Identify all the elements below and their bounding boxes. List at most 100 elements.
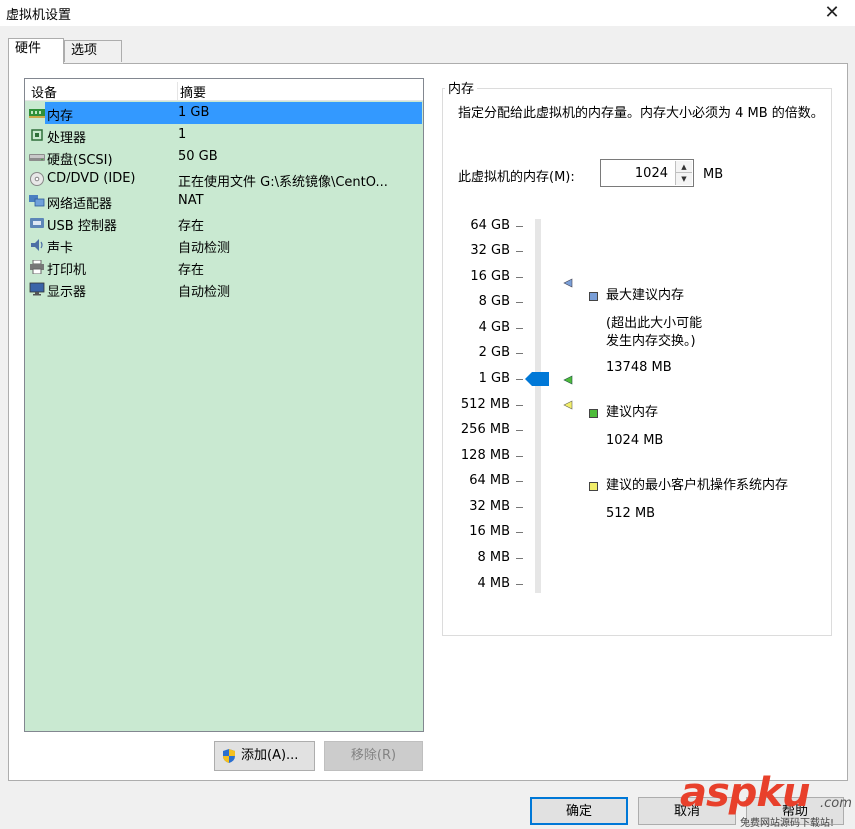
network-adapter-icon bbox=[29, 195, 45, 207]
device-summary: 自动检测 bbox=[178, 241, 231, 256]
max-legend-note-1: (超出此大小可能 bbox=[606, 316, 703, 331]
tab-hardware[interactable]: 硬件 bbox=[8, 38, 64, 64]
column-header-summary[interactable]: 摘要 bbox=[177, 82, 417, 101]
spin-down-button[interactable]: ▼ bbox=[675, 173, 692, 185]
scale-tick bbox=[516, 328, 523, 329]
close-icon: ✕ bbox=[824, 2, 840, 23]
arrow-up-icon: ▲ bbox=[681, 163, 687, 171]
scale-label: 16 MB bbox=[469, 524, 510, 539]
close-button[interactable]: ✕ bbox=[809, 0, 855, 26]
cd-dvd-icon bbox=[30, 172, 44, 186]
scale-label: 64 MB bbox=[469, 473, 510, 488]
scale-tick bbox=[516, 302, 523, 303]
shield-icon bbox=[223, 749, 235, 763]
scale-tick bbox=[516, 226, 523, 227]
memory-unit: MB bbox=[703, 167, 724, 182]
device-row-processor[interactable]: 处理器 1 bbox=[25, 124, 423, 146]
processor-icon bbox=[31, 129, 43, 141]
recommended-legend-value: 1024 MB bbox=[606, 433, 664, 448]
scale-label: 32 MB bbox=[469, 499, 510, 514]
printer-icon bbox=[30, 260, 44, 274]
scale-label: 2 GB bbox=[478, 345, 510, 360]
device-row-usb[interactable]: USB 控制器 存在 bbox=[25, 212, 423, 234]
scale-tick bbox=[516, 430, 523, 431]
sound-card-icon bbox=[31, 239, 43, 251]
memory-input[interactable] bbox=[602, 161, 674, 185]
memory-stepper[interactable]: ▲ ▼ bbox=[600, 159, 694, 187]
device-summary: 存在 bbox=[178, 219, 205, 234]
scale-label: 128 MB bbox=[460, 448, 510, 463]
scale-tick bbox=[516, 532, 523, 533]
min-guest-legend-label: 建议的最小客户机操作系统内存 bbox=[606, 478, 789, 493]
list-header: 设备 摘要 bbox=[25, 79, 423, 101]
recommended-marker bbox=[563, 375, 573, 385]
scale-tick bbox=[516, 584, 523, 585]
recommended-legend-swatch bbox=[589, 409, 598, 418]
scale-tick bbox=[516, 558, 523, 559]
max-legend-note-2: 发生内存交换。) bbox=[606, 334, 696, 349]
min-guest-marker bbox=[563, 400, 573, 410]
device-summary: 正在使用文件 G:\系统镜像\CentO... bbox=[178, 175, 388, 190]
cancel-button[interactable]: 取消 bbox=[638, 797, 736, 825]
device-name: 网络适配器 bbox=[47, 197, 113, 212]
scale-label: 512 MB bbox=[460, 397, 510, 412]
ok-button[interactable]: 确定 bbox=[530, 797, 628, 825]
device-summary: 存在 bbox=[178, 263, 205, 278]
display-icon bbox=[29, 282, 45, 296]
scale-label: 64 GB bbox=[470, 218, 510, 233]
add-button-label: 添加(A)... bbox=[241, 748, 299, 763]
device-row-printer[interactable]: 打印机 存在 bbox=[25, 256, 423, 278]
device-row-hard-disk[interactable]: 硬盘(SCSI) 50 GB bbox=[25, 146, 423, 168]
scale-label: 8 MB bbox=[477, 550, 510, 565]
device-summary: 1 GB bbox=[178, 105, 210, 120]
scale-tick bbox=[516, 507, 523, 508]
device-summary: 1 bbox=[178, 127, 187, 142]
scale-label: 4 GB bbox=[478, 320, 510, 335]
tab-options[interactable]: 选项 bbox=[64, 40, 122, 62]
device-name: CD/DVD (IDE) bbox=[47, 171, 136, 186]
scale-tick bbox=[516, 353, 523, 354]
device-name: 处理器 bbox=[47, 131, 87, 146]
scale-tick bbox=[516, 277, 523, 278]
spin-up-button[interactable]: ▲ bbox=[675, 161, 692, 173]
device-row-memory[interactable]: 内存 1 GB bbox=[25, 102, 423, 124]
memory-field-label: 此虚拟机的内存(M): bbox=[458, 170, 575, 185]
scale-tick bbox=[516, 405, 523, 406]
device-row-cd-dvd[interactable]: CD/DVD (IDE) 正在使用文件 G:\系统镜像\CentO... bbox=[25, 168, 423, 190]
device-name: 显示器 bbox=[47, 285, 87, 300]
device-summary: 自动检测 bbox=[178, 285, 231, 300]
arrow-down-icon: ▼ bbox=[681, 175, 687, 183]
device-row-sound[interactable]: 声卡 自动检测 bbox=[25, 234, 423, 256]
remove-button[interactable]: 移除(R) bbox=[324, 741, 423, 771]
device-list[interactable]: 设备 摘要 内存 1 GB 处理器 1 硬盘(SCSI) 50 GB CD/DV… bbox=[24, 78, 424, 732]
device-name: 内存 bbox=[47, 109, 74, 124]
scale-tick bbox=[516, 379, 523, 380]
scale-tick bbox=[516, 481, 523, 482]
scale-label: 1 GB bbox=[478, 371, 510, 386]
memory-icon bbox=[29, 109, 45, 118]
device-summary: NAT bbox=[178, 193, 204, 208]
max-legend-label: 最大建议内存 bbox=[606, 288, 685, 303]
device-name: 硬盘(SCSI) bbox=[47, 153, 113, 168]
help-button[interactable]: 帮助 bbox=[746, 797, 844, 825]
window-title: 虚拟机设置 bbox=[6, 8, 72, 23]
memory-description: 指定分配给此虚拟机的内存量。内存大小必须为 4 MB 的倍数。 bbox=[458, 106, 824, 121]
scale-tick bbox=[516, 456, 523, 457]
min-guest-legend-swatch bbox=[589, 482, 598, 491]
add-button[interactable]: 添加(A)... bbox=[214, 741, 315, 771]
max-legend-swatch bbox=[589, 292, 598, 301]
usb-controller-icon bbox=[30, 218, 44, 228]
column-header-device[interactable]: 设备 bbox=[31, 82, 171, 101]
device-row-network[interactable]: 网络适配器 NAT bbox=[25, 190, 423, 212]
hard-disk-icon bbox=[29, 154, 45, 161]
title-bar: 虚拟机设置 ✕ bbox=[0, 0, 855, 26]
memory-slider-track[interactable] bbox=[535, 219, 541, 593]
memory-slider-thumb[interactable] bbox=[525, 372, 549, 386]
device-row-display[interactable]: 显示器 自动检测 bbox=[25, 278, 423, 300]
max-recommended-marker bbox=[563, 278, 573, 288]
min-guest-legend-value: 512 MB bbox=[606, 506, 656, 521]
device-name: 声卡 bbox=[47, 241, 74, 256]
scale-tick bbox=[516, 251, 523, 252]
max-legend-value: 13748 MB bbox=[606, 360, 672, 375]
memory-group-title: 内存 bbox=[445, 78, 478, 97]
